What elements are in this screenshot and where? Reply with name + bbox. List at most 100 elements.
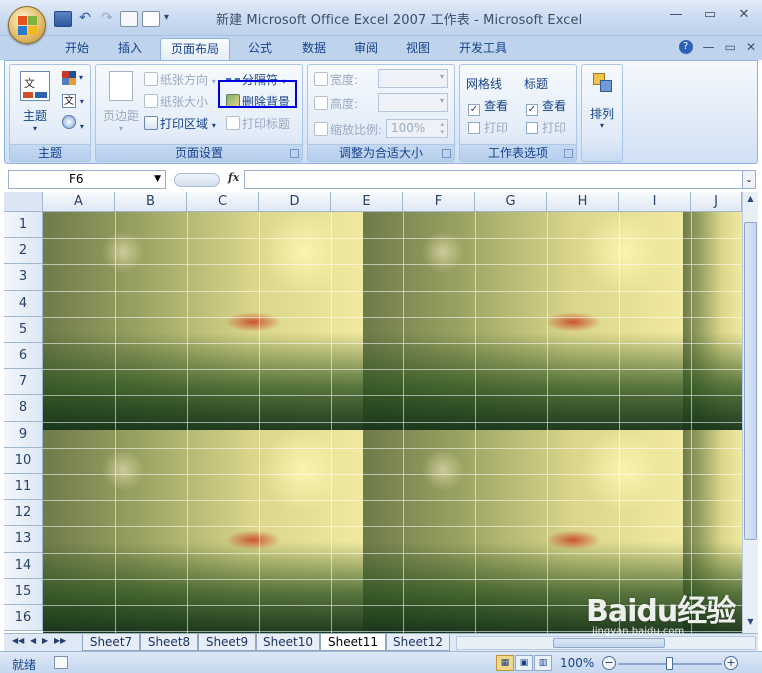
first-sheet-icon[interactable]: ◀◀ (12, 636, 24, 645)
row-header-2[interactable]: 2 (4, 238, 43, 265)
row-header-5[interactable]: 5 (4, 316, 43, 343)
undo-icon[interactable]: ↶ (76, 11, 94, 27)
sheet-tab-sheet10[interactable]: Sheet10 (256, 634, 320, 651)
row-header-6[interactable]: 6 (4, 343, 43, 370)
row-header-4[interactable]: 4 (4, 290, 43, 317)
help-icon[interactable]: ? (678, 40, 693, 54)
print-titles-button[interactable]: 打印标题 (226, 115, 290, 132)
theme-effects-icon[interactable]: ▾ (62, 115, 86, 131)
row-header-13[interactable]: 13 (4, 526, 43, 553)
prev-sheet-icon[interactable]: ◀ (30, 636, 36, 645)
doc-close-icon[interactable]: ✕ (746, 40, 756, 54)
row-header-16[interactable]: 16 (4, 605, 43, 632)
row-header-12[interactable]: 12 (4, 500, 43, 527)
minimize-icon[interactable]: — (662, 6, 690, 26)
tab-view[interactable]: 视图 (396, 38, 440, 60)
tab-page-layout[interactable]: 页面布局 (160, 38, 230, 60)
horizontal-scroll-thumb[interactable] (553, 638, 665, 648)
column-header-e[interactable]: E (331, 192, 403, 212)
tab-home[interactable]: 开始 (56, 38, 98, 60)
redo-icon[interactable]: ↷ (98, 11, 116, 27)
row-header-1[interactable]: 1 (4, 212, 43, 239)
last-sheet-icon[interactable]: ▶▶ (54, 636, 66, 645)
zoom-out-icon[interactable]: − (602, 656, 616, 670)
row-header-8[interactable]: 8 (4, 395, 43, 422)
sheet-tab-sheet9[interactable]: Sheet9 (198, 634, 256, 651)
column-header-g[interactable]: G (475, 192, 547, 212)
office-button[interactable] (8, 6, 46, 44)
normal-view-icon[interactable]: ▦ (496, 655, 514, 671)
zoom-slider-knob[interactable] (666, 657, 673, 670)
headings-print-label: 打印 (542, 121, 567, 135)
column-header-a[interactable]: A (43, 192, 115, 212)
doc-minimize-icon[interactable]: — (703, 40, 715, 54)
width-label-item: 宽度: (314, 71, 358, 88)
print-area-button[interactable]: 打印区域 ▾ (144, 115, 216, 132)
page-layout-view-icon[interactable]: ▣ (515, 655, 533, 671)
vertical-scroll-thumb[interactable] (744, 222, 757, 540)
close-icon[interactable]: ✕ (730, 6, 758, 26)
theme-fonts-icon[interactable]: 文 ▾ (62, 93, 86, 109)
scale-spinner[interactable]: 100% ▴ ▾ (386, 119, 448, 138)
sheet-tab-sheet11[interactable]: Sheet11 (320, 634, 386, 651)
column-header-f[interactable]: F (403, 192, 475, 212)
page-setup-launcher-icon[interactable] (290, 149, 299, 158)
tab-insert[interactable]: 插入 (108, 38, 152, 60)
column-header-b[interactable]: B (115, 192, 187, 212)
size-button[interactable]: 纸张大小 (144, 93, 208, 110)
orientation-button[interactable]: 纸张方向 ▾ (144, 71, 216, 88)
column-header-h[interactable]: H (547, 192, 619, 212)
customize-qat-icon[interactable]: ▾ (164, 11, 174, 27)
insert-function-icon[interactable]: fx (228, 171, 239, 184)
scale-launcher-icon[interactable] (442, 149, 451, 158)
horizontal-scrollbar[interactable] (456, 636, 756, 650)
arrange-group[interactable]: 排列 ▾ (581, 64, 623, 162)
row-header-7[interactable]: 7 (4, 369, 43, 396)
theme-colors-icon[interactable]: ▾ (62, 71, 86, 87)
formula-input[interactable] (244, 170, 744, 189)
name-box[interactable]: F6 ▼ (8, 170, 166, 189)
print-preview-icon[interactable] (120, 11, 138, 27)
tab-data[interactable]: 数据 (292, 38, 336, 60)
column-header-c[interactable]: C (187, 192, 259, 212)
sheet-tab-sheet7[interactable]: Sheet7 (82, 634, 140, 651)
headings-print-checkbox[interactable]: 打印 (526, 119, 566, 136)
gridlines-print-checkbox[interactable]: 打印 (468, 119, 508, 136)
scroll-down-icon[interactable]: ▼ (744, 617, 757, 631)
row-header-15[interactable]: 15 (4, 578, 43, 605)
macro-record-icon[interactable] (54, 656, 68, 669)
doc-restore-icon[interactable]: ▭ (725, 40, 736, 54)
column-header-d[interactable]: D (259, 192, 331, 212)
row-header-14[interactable]: 14 (4, 552, 43, 579)
gridlines-view-checkbox[interactable]: ✓ 查看 (468, 97, 508, 116)
tab-formulas[interactable]: 公式 (238, 38, 282, 60)
zoom-level[interactable]: 100% (560, 656, 594, 670)
row-header-11[interactable]: 11 (4, 474, 43, 501)
new-document-icon[interactable] (142, 11, 160, 27)
width-select[interactable]: ▾ (378, 69, 448, 88)
sheet-options-launcher-icon[interactable] (564, 149, 573, 158)
row-header-9[interactable]: 9 (4, 421, 43, 448)
height-select[interactable]: ▾ (378, 93, 448, 112)
sheet-tab-sheet8[interactable]: Sheet8 (140, 634, 198, 651)
margins-button[interactable]: 页边距 ▾ (100, 69, 142, 141)
next-sheet-icon[interactable]: ▶ (42, 636, 48, 645)
chevron-down-icon[interactable]: ▼ (154, 171, 161, 188)
sheet-tab-sheet12[interactable]: Sheet12 (386, 634, 450, 651)
tab-review[interactable]: 审阅 (344, 38, 388, 60)
page-break-view-icon[interactable]: ▥ (534, 655, 552, 671)
zoom-in-icon[interactable]: + (724, 656, 738, 670)
row-header-3[interactable]: 3 (4, 264, 43, 291)
tab-developer[interactable]: 开发工具 (450, 38, 516, 60)
maximize-icon[interactable]: ▭ (696, 6, 724, 26)
select-all-corner[interactable] (4, 192, 43, 212)
save-icon[interactable] (54, 11, 72, 27)
row-header-10[interactable]: 10 (4, 447, 43, 474)
themes-button[interactable]: 文 主题 ▾ (16, 69, 54, 141)
expand-formula-bar-icon[interactable]: ⌄ (742, 170, 756, 189)
vertical-scrollbar[interactable]: ▲ ▼ (742, 192, 758, 633)
headings-view-checkbox[interactable]: ✓ 查看 (526, 97, 566, 116)
column-header-i[interactable]: I (619, 192, 691, 212)
column-header-j[interactable]: J (691, 192, 742, 212)
scroll-up-icon[interactable]: ▲ (744, 194, 757, 208)
